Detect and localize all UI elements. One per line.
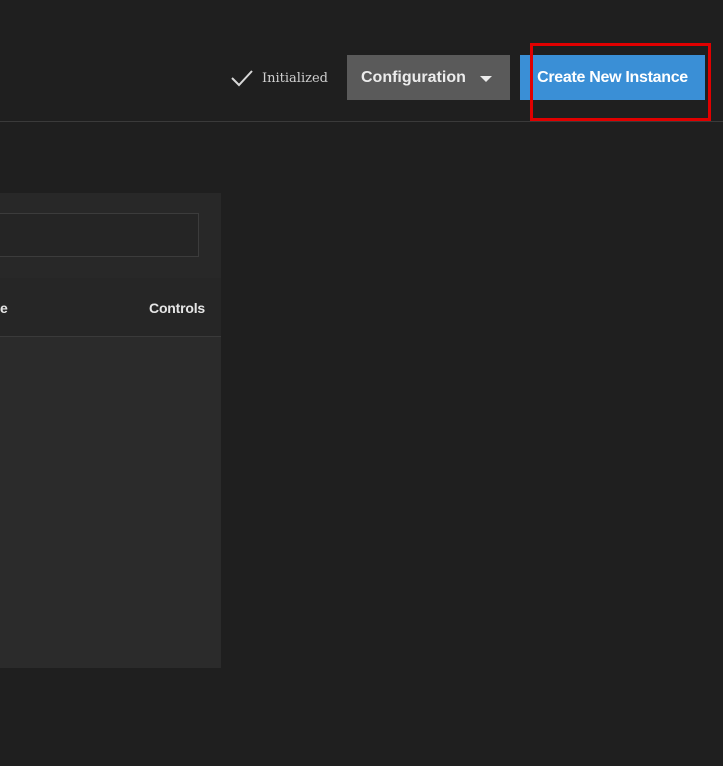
status-label: Initialized — [262, 70, 328, 86]
check-icon — [230, 66, 254, 90]
instances-page: Initialized Configuration Create New Ins… — [0, 0, 723, 766]
page-header: Initialized Configuration Create New Ins… — [0, 0, 723, 122]
create-new-instance-button[interactable]: Create New Instance — [520, 55, 705, 100]
column-header-partial[interactable]: e — [0, 300, 8, 316]
status-indicator: Initialized — [230, 66, 328, 90]
create-new-instance-label: Create New Instance — [537, 68, 688, 86]
configuration-button[interactable]: Configuration — [347, 55, 510, 100]
search-input[interactable] — [0, 213, 199, 257]
instances-panel: e Controls — [0, 193, 221, 668]
panel-toolbar — [0, 193, 221, 278]
column-header-controls: Controls — [149, 300, 205, 316]
table-header: e Controls — [0, 278, 221, 337]
caret-down-icon — [480, 76, 492, 82]
table-body — [0, 337, 221, 668]
configuration-button-label: Configuration — [361, 68, 466, 86]
